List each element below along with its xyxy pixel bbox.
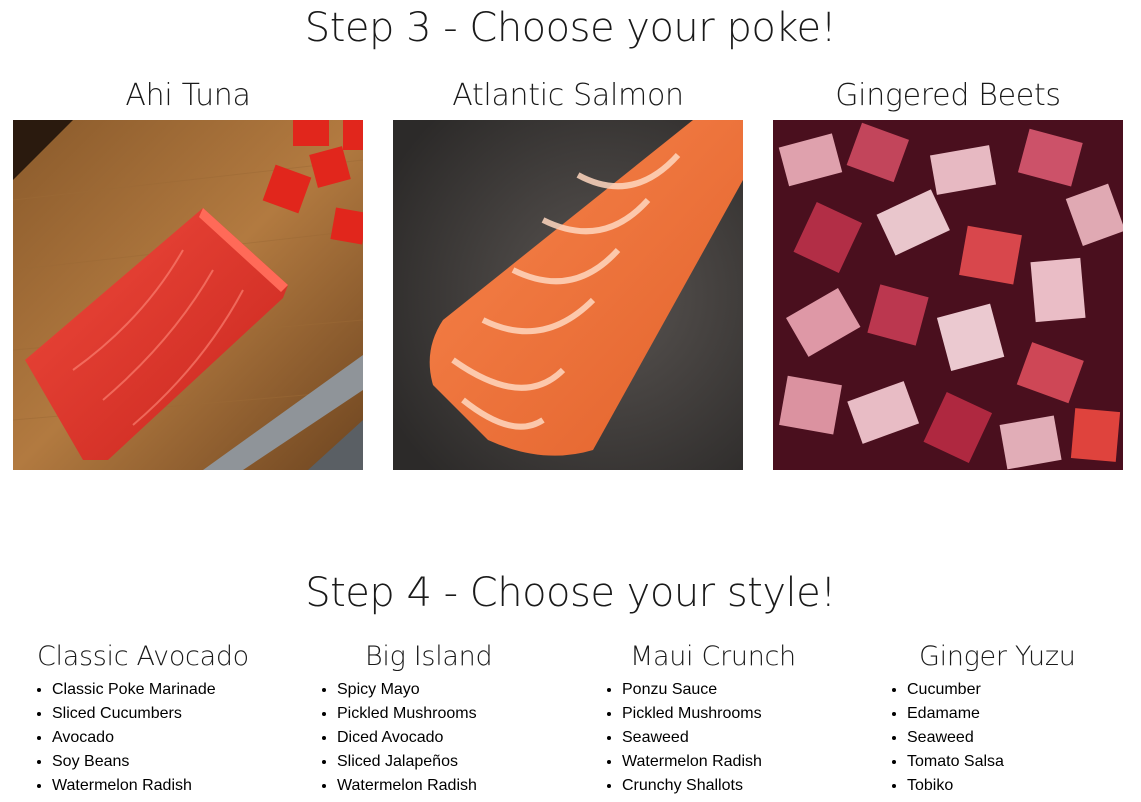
ingredient-list: Classic Poke Marinade Sliced Cucumbers A… — [12, 678, 272, 798]
poke-name-ahi-tuna: Ahi Tuna — [125, 78, 251, 113]
list-item: Avocado — [52, 726, 272, 750]
step3-title: Step 3 - Choose your poke! — [304, 5, 837, 51]
list-item: Sliced Cucumbers — [52, 702, 272, 726]
list-item: Sliced Jalapeños — [337, 750, 557, 774]
list-item: Tomato Salsa — [907, 750, 1127, 774]
style-card-ginger-yuzu[interactable]: Ginger Yuzu Cucumber Edamame Seaweed Tom… — [867, 640, 1127, 798]
style-card-maui-crunch[interactable]: Maui Crunch Ponzu Sauce Pickled Mushroom… — [582, 640, 842, 798]
list-item: Spicy Mayo — [337, 678, 557, 702]
step4-title: Step 4 - Choose your style! — [305, 570, 836, 616]
list-item: Classic Poke Marinade — [52, 678, 272, 702]
list-item: Soy Beans — [52, 750, 272, 774]
salmon-photo[interactable] — [393, 120, 743, 470]
list-item: Tobiko — [907, 774, 1127, 798]
style-card-big-island[interactable]: Big Island Spicy Mayo Pickled Mushrooms … — [297, 640, 557, 798]
style-name-big-island: Big Island — [365, 641, 493, 672]
poke-name-atlantic-salmon: Atlantic Salmon — [452, 78, 684, 113]
page: Step 3 - Choose your poke! Ahi Tuna Atla… — [0, 0, 1141, 802]
style-name-ginger-yuzu: Ginger Yuzu — [919, 641, 1076, 672]
list-item: Watermelon Radish — [52, 774, 272, 798]
ahi-tuna-photo[interactable] — [13, 120, 363, 470]
beets-photo[interactable] — [773, 120, 1123, 470]
poke-card-ahi-tuna[interactable]: Ahi Tuna — [13, 76, 363, 470]
list-item: Seaweed — [622, 726, 842, 750]
list-item: Edamame — [907, 702, 1127, 726]
ingredient-list: Spicy Mayo Pickled Mushrooms Diced Avoca… — [297, 678, 557, 798]
list-item: Watermelon Radish — [337, 774, 557, 798]
ingredient-list: Cucumber Edamame Seaweed Tomato Salsa To… — [867, 678, 1127, 798]
list-item: Cucumber — [907, 678, 1127, 702]
ingredient-list: Ponzu Sauce Pickled Mushrooms Seaweed Wa… — [582, 678, 842, 798]
list-item: Pickled Mushrooms — [337, 702, 557, 726]
list-item: Pickled Mushrooms — [622, 702, 842, 726]
style-name-maui-crunch: Maui Crunch — [630, 641, 796, 672]
list-item: Diced Avocado — [337, 726, 557, 750]
list-item: Ponzu Sauce — [622, 678, 842, 702]
style-card-classic-avocado[interactable]: Classic Avocado Classic Poke Marinade Sl… — [12, 640, 272, 798]
list-item: Seaweed — [907, 726, 1127, 750]
list-item: Watermelon Radish — [622, 750, 842, 774]
list-item: Crunchy Shallots — [622, 774, 842, 798]
poke-card-gingered-beets[interactable]: Gingered Beets — [773, 76, 1123, 470]
poke-name-gingered-beets: Gingered Beets — [835, 78, 1061, 113]
poke-card-atlantic-salmon[interactable]: Atlantic Salmon — [393, 76, 743, 470]
style-name-classic-avocado: Classic Avocado — [37, 641, 249, 672]
